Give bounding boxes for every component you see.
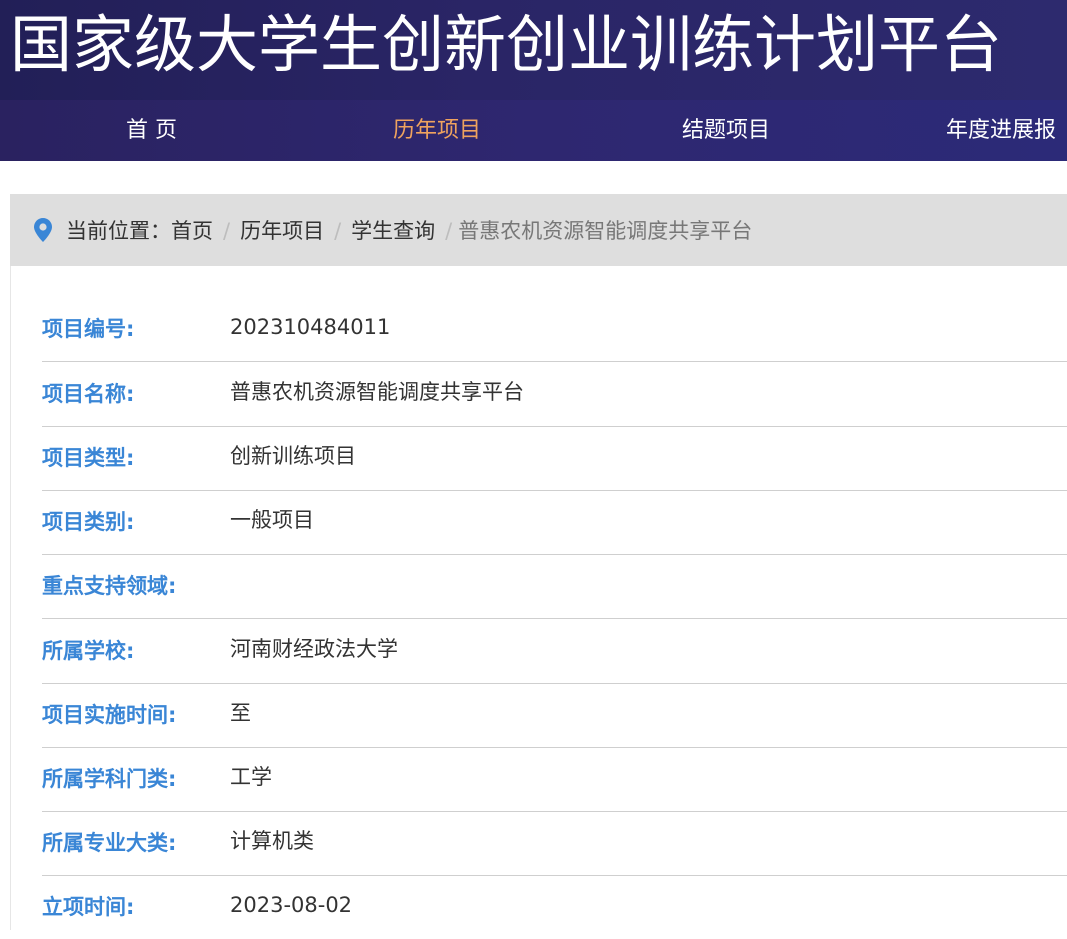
breadcrumb-home[interactable]: 首页 [171, 219, 213, 243]
breadcrumb-past-projects[interactable]: 历年项目 [240, 219, 324, 243]
detail-label: 项目名称: [42, 382, 135, 406]
breadcrumb-separator: / [334, 219, 342, 243]
detail-row-implementation-period: 项目实施时间: 至 [42, 683, 1067, 748]
detail-label: 项目编号: [42, 317, 135, 341]
breadcrumb-prefix: 当前位置： [66, 219, 171, 243]
site-title: 国家级大学生创新创业训练计划平台 [10, 8, 1003, 81]
site-header: 国家级大学生创新创业训练计划平台 [0, 0, 1067, 100]
detail-row-discipline: 所属学科门类: 工学 [42, 747, 1067, 812]
detail-label: 项目实施时间: [42, 703, 177, 727]
detail-value: 202310484011 [230, 315, 391, 339]
detail-value: 计算机类 [230, 829, 314, 853]
detail-label: 重点支持领域: [42, 574, 177, 598]
detail-label: 项目类型: [42, 446, 135, 470]
project-details-panel: 项目编号: 202310484011 项目名称: 普惠农机资源智能调度共享平台 … [10, 266, 1067, 930]
detail-row-major-category: 所属专业大类: 计算机类 [42, 811, 1067, 876]
nav-item-completed-projects[interactable]: 结题项目 [682, 100, 770, 161]
detail-row-key-support-area: 重点支持领域: [42, 554, 1067, 619]
breadcrumb-student-query[interactable]: 学生查询 [351, 219, 435, 243]
main-nav: 首 页 历年项目 结题项目 年度进展报 [0, 100, 1067, 161]
detail-label: 所属专业大类: [42, 831, 177, 855]
detail-label: 所属学校: [42, 639, 135, 663]
breadcrumb-trail: 当前位置：首页 / 历年项目 / 学生查询 / 普惠农机资源智能调度共享平台 [66, 194, 752, 266]
detail-row-project-number: 项目编号: 202310484011 [42, 297, 1067, 362]
detail-label: 项目类别: [42, 510, 135, 534]
detail-value: 河南财经政法大学 [230, 637, 398, 661]
detail-value: 2023-08-02 [230, 893, 353, 917]
detail-label: 立项时间: [42, 895, 135, 919]
detail-row-school: 所属学校: 河南财经政法大学 [42, 619, 1067, 684]
detail-row-approval-date: 立项时间: 2023-08-02 [42, 875, 1067, 939]
nav-item-home[interactable]: 首 页 [126, 100, 177, 161]
breadcrumb-separator: / [445, 219, 453, 243]
detail-value: 一般项目 [230, 508, 314, 532]
detail-value: 创新训练项目 [230, 444, 356, 468]
breadcrumb: 当前位置：首页 / 历年项目 / 学生查询 / 普惠农机资源智能调度共享平台 [10, 194, 1067, 266]
detail-row-project-name: 项目名称: 普惠农机资源智能调度共享平台 [42, 362, 1067, 427]
location-pin-icon [34, 218, 52, 242]
detail-row-project-type: 项目类型: 创新训练项目 [42, 426, 1067, 491]
nav-item-past-projects[interactable]: 历年项目 [393, 100, 481, 161]
detail-value: 普惠农机资源智能调度共享平台 [230, 380, 524, 404]
detail-row-project-category: 项目类别: 一般项目 [42, 490, 1067, 555]
detail-value: 至 [230, 701, 251, 725]
detail-value: 工学 [230, 765, 272, 789]
breadcrumb-separator: / [223, 219, 231, 243]
nav-item-annual-progress[interactable]: 年度进展报 [946, 100, 1056, 161]
breadcrumb-current-project: 普惠农机资源智能调度共享平台 [458, 219, 753, 243]
detail-label: 所属学科门类: [42, 767, 177, 791]
